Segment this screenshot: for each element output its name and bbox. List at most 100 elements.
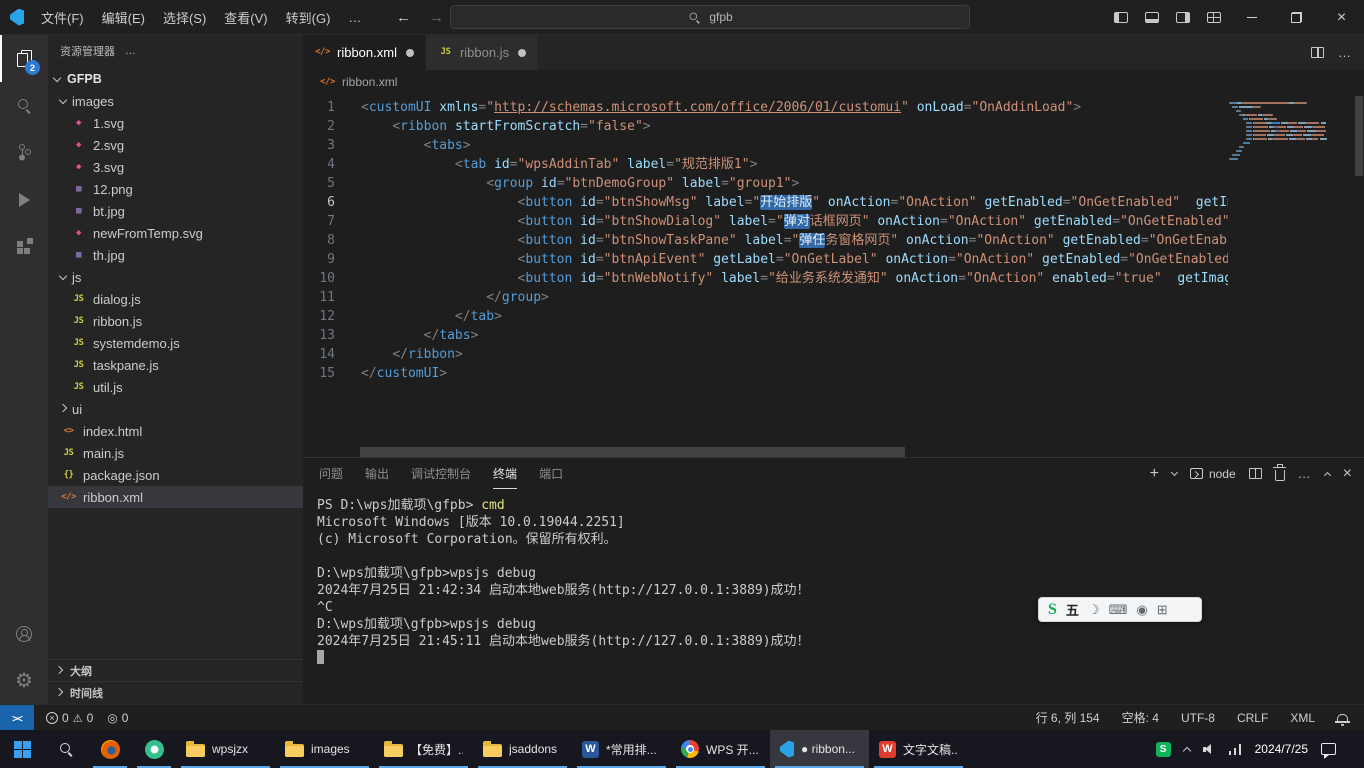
accounts-button[interactable] <box>0 610 48 657</box>
terminal-output[interactable]: PS D:\wps加载项\gfpb> cmd Microsoft Windows … <box>303 489 1364 704</box>
taskbar-clock[interactable]: 2024/7/25 <box>1255 742 1308 756</box>
encoding-indicator[interactable]: UTF-8 <box>1179 711 1217 725</box>
panel-more-actions-button[interactable] <box>1298 466 1312 481</box>
ports-indicator[interactable]: 0 <box>105 711 130 725</box>
command-center[interactable]: gfpb <box>450 5 970 29</box>
toggle-secondary-sidebar-button[interactable] <box>1167 0 1198 35</box>
toggle-sidebar-button[interactable] <box>1105 0 1136 35</box>
code-line-2[interactable]: <ribbon startFromScratch="false"> <box>361 117 1228 136</box>
volume[interactable] <box>1202 743 1216 755</box>
file-main.js[interactable]: JS main.js <box>48 442 303 464</box>
tab-ribbon.xml[interactable]: </> ribbon.xml <box>303 35 426 70</box>
taskbar-wps-writer[interactable]: W 文字文稿... <box>869 730 968 768</box>
close-button[interactable] <box>1319 0 1364 35</box>
code-line-12[interactable]: </tab> <box>361 307 1228 326</box>
menu-item-2[interactable]: 选择(S) <box>154 0 215 34</box>
outline-section[interactable]: 大纲 <box>48 660 303 682</box>
network[interactable] <box>1228 743 1242 755</box>
close-panel-button[interactable] <box>1343 466 1352 482</box>
horizontal-scrollbar-thumb[interactable] <box>360 447 905 457</box>
back-button[interactable]: ← <box>396 9 411 26</box>
folder-ui[interactable]: ui <box>48 398 303 420</box>
workspace-root-folder[interactable]: GFPB <box>48 67 303 90</box>
code-line-10[interactable]: <button id="btnWebNotify" label="给业务系统发通… <box>361 269 1228 288</box>
problems-indicator[interactable]: 0 0 <box>44 711 95 725</box>
code-line-4[interactable]: <tab id="wpsAddinTab" label="规范排版1"> <box>361 155 1228 174</box>
folder-images[interactable]: images <box>48 90 303 112</box>
activity-run-debug[interactable] <box>0 176 48 223</box>
taskbar-chrome[interactable]: WPS 开... <box>671 730 770 768</box>
menu-item-3[interactable]: 查看(V) <box>215 0 276 34</box>
indentation-indicator[interactable]: 空格: 4 <box>1120 709 1161 726</box>
file-th.jpg[interactable]: ▦ th.jpg <box>48 244 303 266</box>
sogou-tray[interactable]: S <box>1155 741 1171 757</box>
code-line-7[interactable]: <button id="btnShowDialog" label="弹对话框网页… <box>361 212 1228 231</box>
activity-search[interactable] <box>0 82 48 129</box>
code-line-6[interactable]: <button id="btnShowMsg" label="开始排版" onA… <box>361 193 1228 212</box>
code-line-5[interactable]: <group id="btnDemoGroup" label="group1"> <box>361 174 1228 193</box>
vertical-scrollbar[interactable] <box>1354 94 1364 457</box>
eol-indicator[interactable]: CRLF <box>1235 711 1270 725</box>
file-util.js[interactable]: JS util.js <box>48 376 303 398</box>
ime-keyboard-icon[interactable] <box>1109 603 1128 616</box>
menu-item-0[interactable]: 文件(F) <box>32 0 93 34</box>
menu-item-1[interactable]: 编辑(E) <box>93 0 154 34</box>
code-line-11[interactable]: </group> <box>361 288 1228 307</box>
more-actions-button[interactable] <box>1338 45 1352 60</box>
action-center-icon[interactable] <box>1321 743 1336 759</box>
panel-tab-问题[interactable]: 问题 <box>319 458 343 489</box>
tray-expand[interactable] <box>1182 745 1191 755</box>
file-3.svg[interactable]: ◆ 3.svg <box>48 156 303 178</box>
file-package.json[interactable]: {} package.json <box>48 464 303 486</box>
language-mode-indicator[interactable]: XML <box>1288 711 1317 725</box>
file-newFromTemp.svg[interactable]: ◆ newFromTemp.svg <box>48 222 303 244</box>
code-editor[interactable]: 1 2 3 4 5 6 7 8 9 10 11 12 13 14 15 <customUI xmlns="h… <box>303 94 1364 457</box>
panel-tab-输出[interactable]: 输出 <box>365 458 389 489</box>
panel-tab-终端[interactable]: 终端 <box>493 458 518 489</box>
menu-item-4[interactable]: 转到(G) <box>277 0 340 34</box>
ime-toolbox-icon[interactable] <box>1157 603 1168 616</box>
settings-button[interactable] <box>0 657 48 704</box>
file-ribbon.xml[interactable]: </> ribbon.xml <box>48 486 303 508</box>
tab-ribbon.js[interactable]: JS ribbon.js <box>425 35 539 70</box>
minimap[interactable] <box>1229 102 1351 162</box>
horizontal-scrollbar[interactable] <box>303 447 1228 457</box>
menu-item-5[interactable]: … <box>339 0 370 34</box>
restore-button[interactable] <box>1274 0 1319 35</box>
taskbar-firefox[interactable] <box>88 730 132 768</box>
file-taskpane.js[interactable]: JS taskpane.js <box>48 354 303 376</box>
remote-indicator[interactable] <box>0 705 34 730</box>
file-ribbon.js[interactable]: JS ribbon.js <box>48 310 303 332</box>
explorer-actions-button[interactable] <box>125 45 137 57</box>
code-line-15[interactable]: </customUI> <box>361 364 1228 383</box>
file-2.svg[interactable]: ◆ 2.svg <box>48 134 303 156</box>
minimize-button[interactable] <box>1229 0 1274 35</box>
taskbar-folder-images[interactable]: images <box>275 730 374 768</box>
terminal-profile-dropdown[interactable] <box>1170 468 1178 477</box>
panel-tab-端口[interactable]: 端口 <box>539 458 563 489</box>
taskbar-vscode[interactable]: ● ribbon... <box>770 730 869 768</box>
code-line-8[interactable]: <button id="btnShowTaskPane" label="弹任务窗… <box>361 231 1228 250</box>
activity-source-control[interactable] <box>0 129 48 176</box>
taskbar-folder-wpsjzx[interactable]: wpsjzx <box>176 730 275 768</box>
forward-button[interactable]: → <box>429 9 444 26</box>
taskbar-search[interactable] <box>44 730 88 768</box>
maximize-panel-button[interactable] <box>1323 471 1331 479</box>
ime-moon-icon[interactable] <box>1088 603 1100 616</box>
file-systemdemo.js[interactable]: JS systemdemo.js <box>48 332 303 354</box>
timeline-section[interactable]: 时间线 <box>48 682 303 704</box>
terminal-instance-item[interactable]: node <box>1189 467 1236 481</box>
ime-mode-indicator[interactable]: 五 <box>1066 600 1079 619</box>
taskbar-word-doc[interactable]: W *常用排... <box>572 730 671 768</box>
taskbar-folder-free[interactable]: 【免费】... <box>374 730 473 768</box>
code-line-9[interactable]: <button id="btnApiEvent" getLabel="OnGet… <box>361 250 1228 269</box>
file-bt.jpg[interactable]: ▦ bt.jpg <box>48 200 303 222</box>
customize-layout-button[interactable] <box>1198 0 1229 35</box>
taskbar-folder-jsaddons[interactable]: jsaddons <box>473 730 572 768</box>
file-12.png[interactable]: ▦ 12.png <box>48 178 303 200</box>
sogou-ime-toolbar[interactable]: S 五 <box>1038 597 1202 622</box>
toggle-panel-button[interactable] <box>1136 0 1167 35</box>
panel-tab-调试控制台[interactable]: 调试控制台 <box>411 458 471 489</box>
sogou-logo-icon[interactable]: S <box>1048 601 1057 619</box>
code-line-3[interactable]: <tabs> <box>361 136 1228 155</box>
